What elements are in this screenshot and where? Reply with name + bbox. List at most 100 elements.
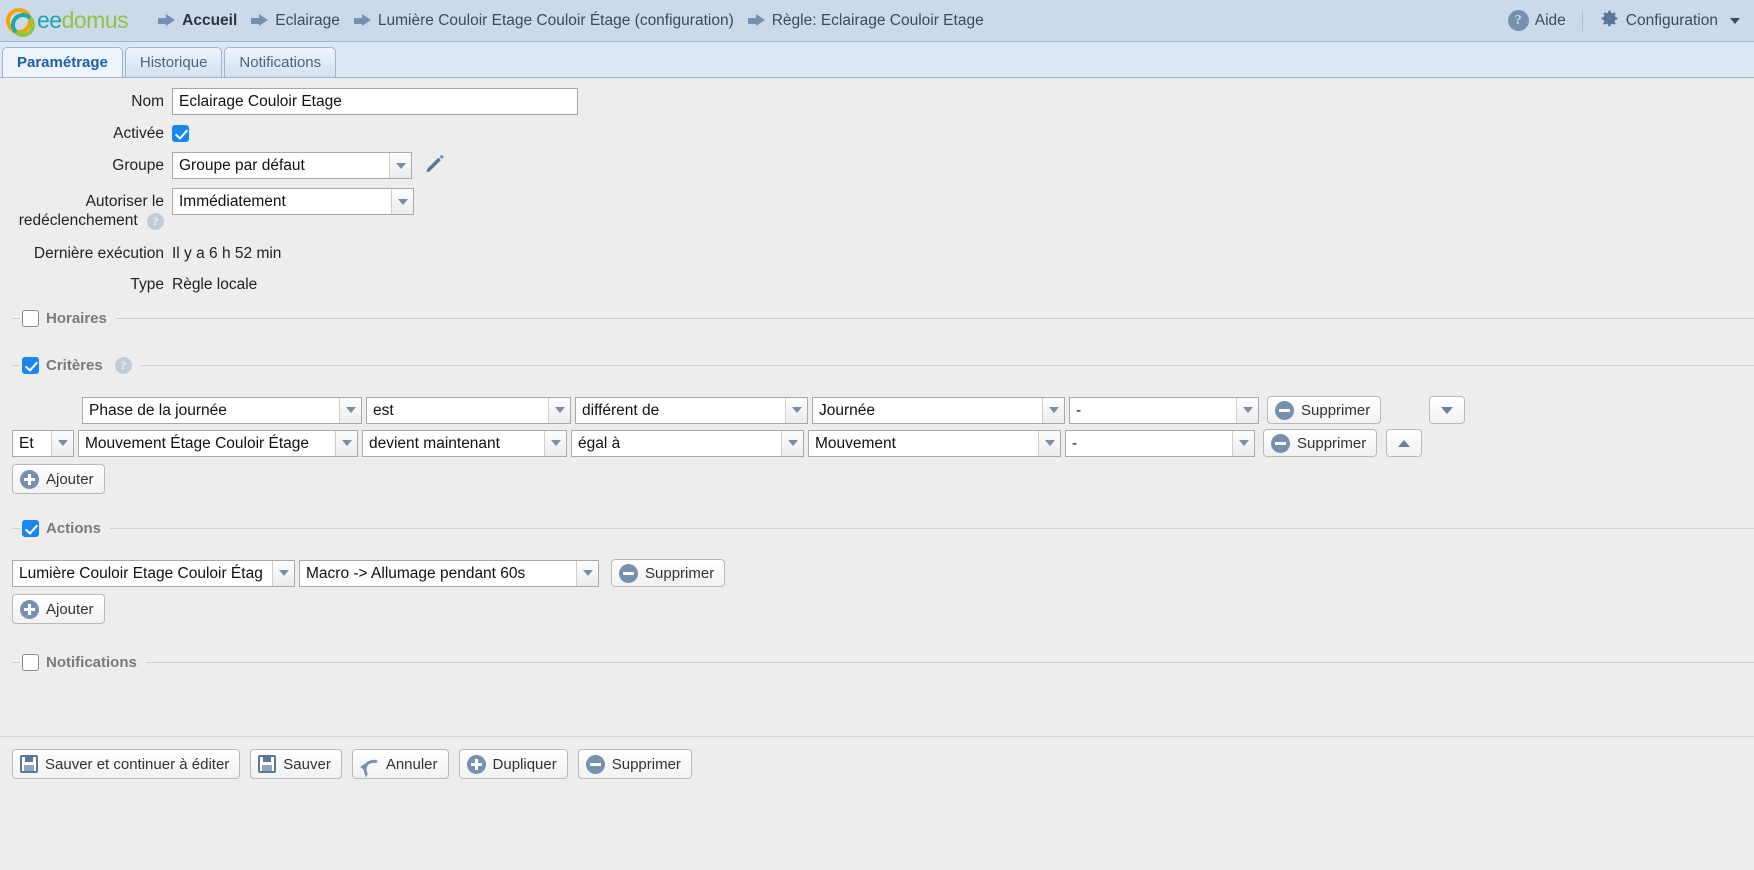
groupe-select-value: Groupe par défaut — [179, 157, 305, 174]
save-icon — [258, 755, 277, 773]
chevron-down-icon — [391, 189, 413, 214]
chevron-down-icon — [544, 430, 566, 456]
save-button[interactable]: Sauver — [250, 749, 342, 779]
save-and-continue-button[interactable]: Sauver et continuer à éditer — [12, 749, 241, 779]
brand-logo[interactable]: eedomus — [6, 7, 129, 37]
criteres-checkbox[interactable] — [22, 357, 39, 374]
criteria-extra-select[interactable]: - — [1069, 396, 1259, 424]
chevron-down-icon — [576, 560, 598, 586]
criteria-move-down-button[interactable] — [1429, 396, 1466, 424]
label-nom: Nom — [131, 93, 164, 110]
delete-button[interactable]: Supprimer — [577, 749, 692, 779]
notifications-checkbox[interactable] — [22, 654, 39, 671]
minus-circle-icon — [585, 754, 605, 774]
tab-historique[interactable]: Historique — [124, 47, 223, 77]
criteria-add-label: Ajouter — [46, 470, 94, 488]
cancel-label: Annuler — [385, 755, 438, 773]
criteria-conjunction-select[interactable]: Et — [12, 429, 74, 457]
breadcrumb: Accueil Eclairage Lumière Couloir Etage … — [158, 12, 998, 30]
question-circle-icon[interactable]: ? — [147, 213, 164, 230]
minus-circle-icon — [1275, 400, 1294, 420]
chevron-down-icon — [1730, 17, 1740, 24]
label-derniere-execution: Dernière exécution — [33, 245, 164, 262]
groupe-select[interactable]: Groupe par défaut — [172, 152, 412, 179]
eedomus-logo-icon — [6, 7, 35, 37]
label-redeclenchement: Autoriser le redéclenchement ? — [0, 188, 172, 230]
breadcrumb-item-rule[interactable]: Règle: Eclairage Couloir Etage — [747, 12, 984, 30]
criteria-add-button[interactable]: Ajouter — [12, 464, 105, 494]
save-label: Sauver — [283, 755, 331, 773]
breadcrumb-item-device[interactable]: Lumière Couloir Etage Couloir Étage (con… — [353, 11, 734, 30]
chevron-down-icon — [785, 397, 807, 423]
criteria-operator-select[interactable]: différent de — [575, 396, 808, 424]
action-add-button[interactable]: Ajouter — [12, 594, 105, 624]
criteria-value-select[interactable]: Journée — [812, 396, 1065, 424]
criteria-delete-button[interactable]: Supprimer — [1267, 396, 1382, 424]
nom-input[interactable] — [172, 88, 578, 115]
criteria-verb-select[interactable]: devient maintenant — [362, 429, 567, 457]
divider — [110, 528, 1754, 529]
actions-checkbox[interactable] — [22, 520, 39, 537]
chevron-down-icon — [389, 153, 411, 178]
action-row: Lumière Couloir Etage Couloir Étag Macro… — [0, 559, 1754, 587]
chevron-up-icon — [1398, 439, 1411, 447]
criteria-subject-select[interactable]: Mouvement Étage Couloir Étage — [78, 429, 358, 457]
criteria-delete-button[interactable]: Supprimer — [1263, 429, 1378, 457]
brand-name-suffix: domus — [61, 7, 129, 33]
field-row-groupe: Groupe Groupe par défaut — [0, 152, 1754, 179]
action-delete-button[interactable]: Supprimer — [611, 559, 726, 587]
section-horaires-legend: Horaires — [22, 310, 116, 327]
criteria-extra-select[interactable]: - — [1065, 429, 1255, 457]
question-circle-icon: ? — [1507, 10, 1529, 31]
chevron-down-icon — [272, 560, 294, 586]
type-value: Règle locale — [172, 275, 258, 293]
action-delete-label: Supprimer — [645, 564, 715, 582]
breadcrumb-item-accueil[interactable]: Accueil — [158, 12, 237, 30]
label-redeclenchement-line2: redéclenchement — [18, 212, 138, 229]
tab-notifications[interactable]: Notifications — [224, 47, 337, 77]
plus-circle-icon — [20, 469, 39, 489]
tab-bar: Paramétrage Historique Notifications — [0, 42, 1754, 78]
section-criteres-legend: Critères ? — [22, 357, 141, 374]
pencil-icon[interactable] — [424, 153, 446, 179]
question-circle-icon[interactable]: ? — [114, 357, 132, 374]
section-notifications-legend: Notifications — [22, 654, 146, 671]
section-actions-title: Actions — [46, 520, 102, 537]
top-bar: eedomus Accueil Eclairage Lumière Couloi… — [0, 0, 1754, 42]
tab-label: Paramétrage — [17, 54, 108, 71]
action-command-select[interactable]: Macro -> Allumage pendant 60s — [299, 559, 599, 587]
divider — [12, 528, 20, 529]
label-activee: Activée — [113, 125, 164, 142]
divider — [1581, 10, 1583, 31]
duplicate-button[interactable]: Dupliquer — [458, 749, 568, 779]
criteria-subject-value: Phase de la journée — [89, 401, 227, 419]
divider — [115, 318, 1754, 319]
tab-parametrage[interactable]: Paramétrage — [2, 47, 123, 77]
criteria-move-up-button[interactable] — [1386, 429, 1423, 457]
activee-checkbox[interactable] — [172, 125, 189, 142]
breadcrumb-label: Eclairage — [275, 11, 340, 29]
criteria-subject-select[interactable]: Phase de la journée — [82, 396, 362, 424]
redeclenchement-select[interactable]: Immédiatement — [172, 188, 414, 215]
tab-label: Historique — [139, 54, 208, 71]
horaires-checkbox[interactable] — [22, 310, 39, 327]
field-row-derniere-execution: Dernière exécution Il y a 6 h 52 min — [0, 244, 1754, 263]
criteria-verb-select[interactable]: est — [366, 396, 571, 424]
breadcrumb-item-eclairage[interactable]: Eclairage — [251, 12, 340, 30]
cancel-button[interactable]: Annuler — [351, 749, 449, 779]
chevron-down-icon — [1042, 397, 1064, 423]
action-add-label: Ajouter — [46, 600, 94, 618]
action-target-select[interactable]: Lumière Couloir Etage Couloir Étag — [12, 559, 295, 587]
divider — [12, 318, 20, 319]
criteria-delete-label: Supprimer — [1301, 401, 1371, 419]
derniere-execution-value: Il y a 6 h 52 min — [172, 244, 282, 262]
breadcrumb-label: Lumière Couloir Etage Couloir Étage (con… — [377, 11, 734, 29]
label-redeclenchement-line1: Autoriser le — [85, 193, 164, 210]
criteria-operator-select[interactable]: égal à — [571, 429, 804, 457]
section-horaires-title: Horaires — [46, 310, 107, 327]
brand-name-prefix: ee — [37, 7, 62, 33]
help-button[interactable]: ? Aide — [1507, 10, 1566, 31]
arrow-right-icon — [251, 14, 269, 27]
configuration-menu[interactable]: Configuration — [1599, 8, 1740, 34]
criteria-value-select[interactable]: Mouvement — [808, 429, 1061, 457]
